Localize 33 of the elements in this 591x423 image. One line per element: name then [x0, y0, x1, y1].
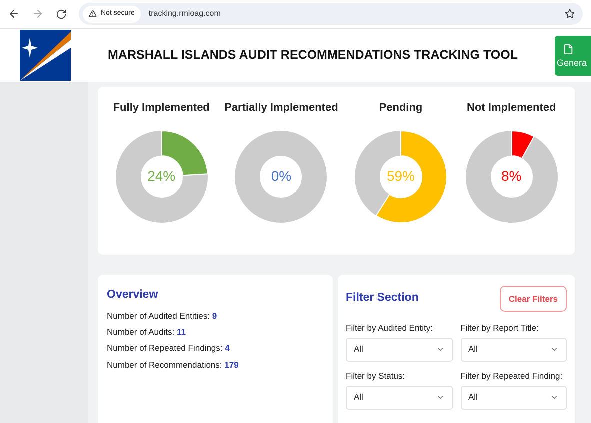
filter-label: Filter by Status: — [346, 370, 406, 382]
reload-icon[interactable] — [56, 8, 67, 20]
percent-label: 8% — [502, 167, 522, 186]
stat-line: Number of Audited Entities: 9 — [107, 310, 218, 322]
filter-dropdown[interactable]: All — [460, 338, 567, 362]
filter-title: Filter Section — [346, 291, 419, 306]
filter-label: Filter by Report Title: — [460, 322, 540, 335]
page-title: MARSHALL ISLANDS AUDIT RECOMMENDATIONS TRACKING TOOL — [107, 47, 519, 64]
filter-dropdown[interactable]: All — [346, 338, 452, 362]
warning-icon — [89, 10, 97, 18]
filter-label: Filter by Audited Entity: — [346, 322, 434, 335]
stat-line: Number of Repeated Findings: 4 — [107, 342, 231, 355]
clear-filters-button[interactable]: Clear Filters — [500, 286, 567, 312]
chart-title: Fully Implemented — [113, 101, 210, 116]
filter-dropdown[interactable]: All — [346, 386, 452, 410]
percent-label: 0% — [271, 167, 292, 186]
document-icon — [563, 44, 574, 54]
chart-title: Partially Implemented — [224, 101, 338, 116]
chart-title: Pending — [379, 101, 423, 116]
stat-line: Number of Recommendations: 179 — [107, 358, 240, 372]
bookmark-icon[interactable] — [565, 9, 575, 19]
chart-title: Not Implemented — [467, 101, 556, 116]
filter-dropdown[interactable]: All — [460, 386, 567, 410]
overview-title: Overview — [107, 288, 160, 303]
percent-label: 59% — [386, 167, 415, 186]
url-text: tracking.rmioag.com — [148, 8, 222, 20]
back-icon[interactable] — [8, 8, 20, 20]
chevron-down-icon — [550, 393, 559, 402]
filter-label: Filter by Repeated Finding: — [460, 370, 564, 382]
flag-logo — [20, 30, 71, 81]
stat-line: Number of Audits: 11 — [107, 326, 187, 339]
chevron-down-icon — [436, 393, 444, 402]
percent-label: 24% — [148, 167, 176, 186]
